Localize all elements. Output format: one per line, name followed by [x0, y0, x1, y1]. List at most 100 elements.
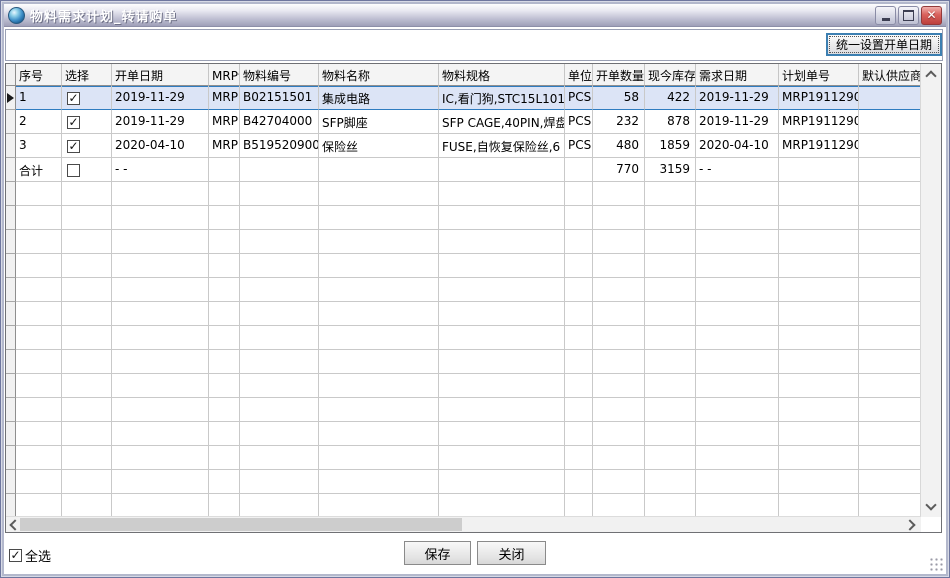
cell-order_date[interactable]: 2020-04-10 [112, 134, 209, 158]
header-cell-mrp[interactable]: MRP订单 [209, 64, 240, 86]
header-cell-qty[interactable]: 开单数量 [593, 64, 645, 86]
cell-plan_no[interactable]: MRP19112900 [779, 134, 859, 158]
cell-plan_no[interactable]: MRP19112900 [779, 110, 859, 134]
cell-supplier[interactable] [859, 86, 921, 110]
cell-qty[interactable]: 58 [593, 86, 645, 110]
save-button[interactable]: 保存 [404, 541, 471, 565]
cell-item_no[interactable] [240, 158, 319, 182]
cell-seq[interactable]: 2 [16, 110, 62, 134]
scroll-down-button[interactable] [921, 498, 941, 515]
header-cell-item_no[interactable]: 物料编号 [240, 64, 319, 86]
cell-supplier[interactable] [859, 134, 921, 158]
table-row[interactable]: 3✓2020-04-10MRPB5195209002保险丝FUSE,自恢复保险丝… [6, 134, 921, 158]
cell-supplier[interactable] [859, 110, 921, 134]
cell-mrp[interactable]: MRP [209, 110, 240, 134]
cell-order_date[interactable]: 2019-11-29 [112, 110, 209, 134]
close-button[interactable]: ✕ [921, 6, 942, 25]
cell-seq[interactable]: 3 [16, 134, 62, 158]
minimize-button[interactable] [875, 6, 896, 25]
header-cell-need_date[interactable]: 需求日期 [696, 64, 779, 86]
cell-supplier[interactable] [859, 158, 921, 182]
header-cell-order_date[interactable]: 开单日期 [112, 64, 209, 86]
header-cell-seq[interactable]: 序号 [16, 64, 62, 86]
table-row[interactable]: 1✓2019-11-29MRPB02151501集成电路IC,看门狗,STC15… [6, 86, 921, 110]
select-all-checkbox[interactable]: ✓ [9, 549, 22, 562]
set-order-date-button[interactable]: 统一设置开单日期 [826, 33, 942, 56]
cell-mrp[interactable]: MRP [209, 86, 240, 110]
cell-plan_no[interactable]: MRP19112900 [779, 86, 859, 110]
cell-select[interactable] [62, 158, 112, 182]
cell-item_no[interactable]: B42704000 [240, 110, 319, 134]
cell-item_name[interactable] [319, 158, 439, 182]
cell-select[interactable]: ✓ [62, 134, 112, 158]
vertical-scrollbar[interactable] [920, 64, 941, 517]
cell-plan_no [779, 350, 859, 374]
cell-item_name[interactable]: 集成电路 [319, 86, 439, 110]
row-select-checkbox[interactable] [67, 164, 80, 177]
cell-spec[interactable]: FUSE,自恢复保险丝,6 [439, 134, 565, 158]
cell-order_date[interactable]: 2019-11-29 [112, 86, 209, 110]
scroll-up-button[interactable] [921, 66, 941, 83]
cell-plan_no[interactable] [779, 158, 859, 182]
scroll-right-button[interactable] [904, 517, 919, 532]
cell-unit[interactable]: PCS [565, 86, 593, 110]
row-gutter-cell[interactable] [6, 86, 16, 110]
cell-stock[interactable]: 878 [645, 110, 696, 134]
cell-stock[interactable]: 422 [645, 86, 696, 110]
cell-mrp [209, 326, 240, 350]
row-select-checkbox[interactable]: ✓ [67, 140, 80, 153]
cell-item_no[interactable]: B5195209002 [240, 134, 319, 158]
total-row[interactable]: 合计- -7703159- - [6, 158, 921, 182]
cell-unit[interactable] [565, 158, 593, 182]
cell-need_date[interactable]: 2019-11-29 [696, 86, 779, 110]
cell-unit[interactable]: PCS [565, 134, 593, 158]
cell-need_date[interactable]: 2019-11-29 [696, 110, 779, 134]
header-cell-select[interactable]: 选择 [62, 64, 112, 86]
cell-need_date [696, 398, 779, 422]
cell-mrp[interactable]: MRP [209, 134, 240, 158]
row-gutter-cell[interactable] [6, 110, 16, 134]
cell-need_date [696, 422, 779, 446]
table-row[interactable]: 2✓2019-11-29MRPB42704000SFP脚座SFP CAGE,40… [6, 110, 921, 134]
header-cell-spec[interactable]: 物料规格 [439, 64, 565, 86]
resize-grip[interactable] [930, 558, 944, 572]
cell-qty[interactable]: 232 [593, 110, 645, 134]
maximize-button[interactable] [898, 6, 919, 25]
cell-item_name [319, 446, 439, 470]
cell-order_date[interactable]: - - [112, 158, 209, 182]
scroll-left-button[interactable] [6, 517, 21, 532]
row-select-checkbox[interactable]: ✓ [67, 92, 80, 105]
cell-stock[interactable]: 1859 [645, 134, 696, 158]
row-select-checkbox[interactable]: ✓ [67, 116, 80, 129]
cell-stock[interactable]: 3159 [645, 158, 696, 182]
cell-seq[interactable]: 合计 [16, 158, 62, 182]
horizontal-scrollbar[interactable] [6, 516, 921, 532]
cell-qty[interactable]: 480 [593, 134, 645, 158]
header-cell-item_name[interactable]: 物料名称 [319, 64, 439, 86]
titlebar[interactable]: 物料需求计划_转请购单 ✕ [4, 4, 946, 27]
cell-item_name[interactable]: SFP脚座 [319, 110, 439, 134]
horizontal-scrollbar-thumb[interactable] [20, 518, 462, 531]
cell-spec[interactable]: IC,看门狗,STC15L101 [439, 86, 565, 110]
row-gutter-cell[interactable] [6, 134, 16, 158]
header-cell-supplier[interactable]: 默认供应商 [859, 64, 921, 86]
header-cell-unit[interactable]: 单位 [565, 64, 593, 86]
cell-qty[interactable]: 770 [593, 158, 645, 182]
cell-need_date[interactable]: - - [696, 158, 779, 182]
footer-close-button[interactable]: 关闭 [477, 541, 546, 565]
cell-unit[interactable]: PCS [565, 110, 593, 134]
cell-mrp[interactable] [209, 158, 240, 182]
cell-seq[interactable]: 1 [16, 86, 62, 110]
header-cell-stock[interactable]: 现今库存 [645, 64, 696, 86]
cell-item_name [319, 422, 439, 446]
cell-select[interactable]: ✓ [62, 110, 112, 134]
row-gutter-cell[interactable] [6, 158, 16, 182]
cell-spec[interactable]: SFP CAGE,40PIN,焊盘 [439, 110, 565, 134]
cell-select[interactable]: ✓ [62, 86, 112, 110]
header-cell-plan_no[interactable]: 计划单号 [779, 64, 859, 86]
select-all-control[interactable]: ✓ 全选 [9, 546, 51, 565]
cell-spec[interactable] [439, 158, 565, 182]
cell-need_date[interactable]: 2020-04-10 [696, 134, 779, 158]
cell-item_name[interactable]: 保险丝 [319, 134, 439, 158]
cell-item_no[interactable]: B02151501 [240, 86, 319, 110]
